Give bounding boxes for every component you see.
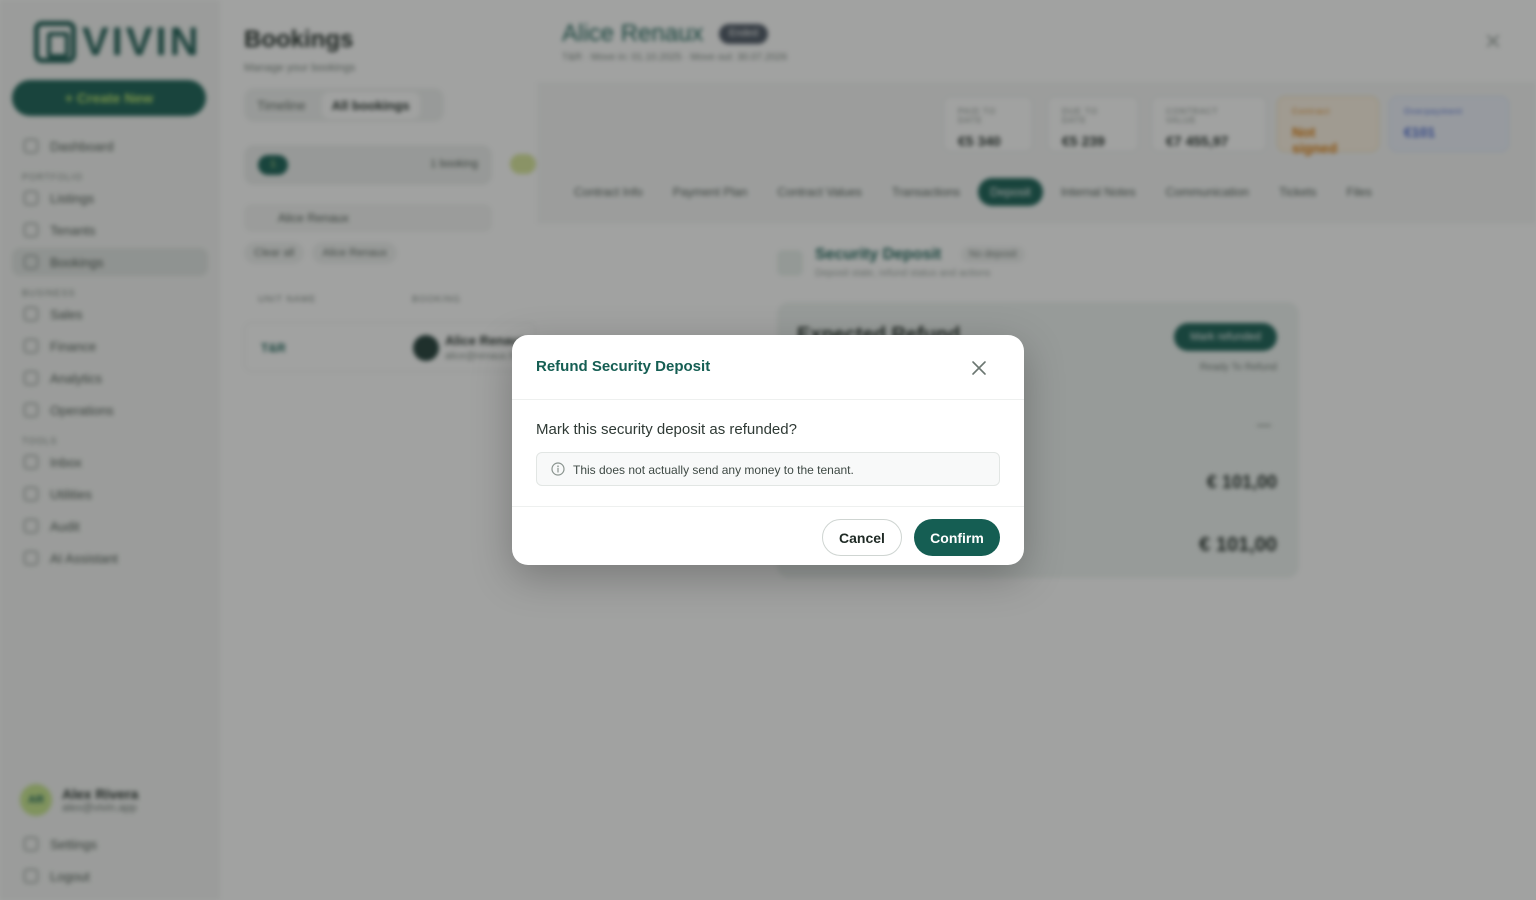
cancel-button[interactable]: Cancel	[822, 519, 902, 556]
dialog-question: Mark this security deposit as refunded?	[536, 421, 797, 438]
notice-text: This does not actually send any money to…	[573, 463, 854, 477]
dialog-body: Mark this security deposit as refunded? …	[536, 421, 1000, 486]
dialog-notice: This does not actually send any money to…	[536, 452, 1000, 486]
dialog-title: Refund Security Deposit	[536, 358, 711, 375]
close-icon[interactable]	[970, 359, 988, 377]
dialog-footer: Cancel Confirm	[512, 506, 1024, 565]
dialog-header: Refund Security Deposit	[512, 335, 1024, 400]
close-icon-glyph	[972, 361, 986, 375]
info-circle-icon	[551, 462, 565, 476]
confirm-button[interactable]: Confirm	[914, 519, 1000, 556]
refund-deposit-dialog: Refund Security Deposit Mark this securi…	[512, 335, 1024, 565]
